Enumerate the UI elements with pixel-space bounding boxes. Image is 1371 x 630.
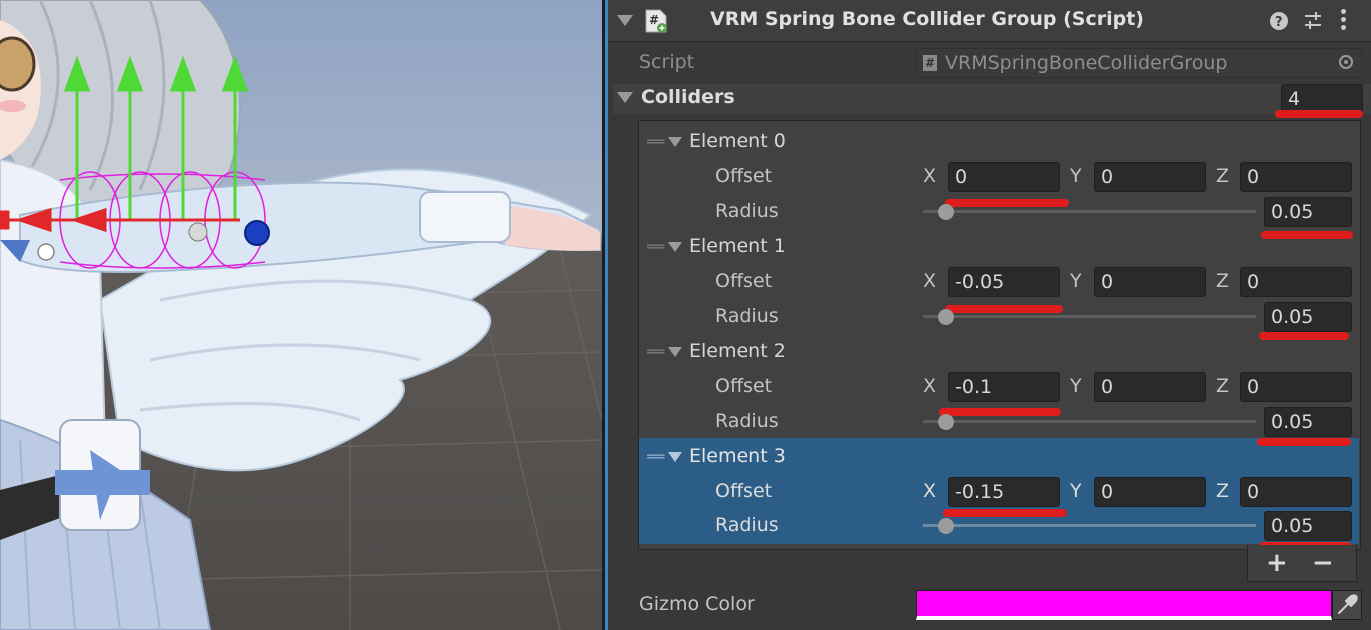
element-1-y-label: Y: [1070, 270, 1082, 292]
element-1-radius-label: Radius: [715, 305, 779, 327]
element-0-radius-slider-track[interactable]: [923, 210, 1256, 213]
element-2-y-label: Y: [1070, 375, 1082, 397]
component-header[interactable]: # VRM Spring Bone Collider Group (Script…: [605, 0, 1371, 42]
annotation-underline: [1259, 332, 1349, 340]
element-2-fold-arrow-icon[interactable]: [668, 347, 682, 357]
drag-handle-icon[interactable]: ══: [647, 132, 664, 151]
element-0-offset-label: Offset: [715, 165, 773, 187]
script-label: Script: [639, 51, 695, 73]
element-0-offset-x[interactable]: 0: [948, 162, 1060, 192]
colliders-label: Colliders: [641, 86, 735, 108]
element-1-label[interactable]: Element 1: [689, 235, 786, 257]
element-0-fold-arrow-icon[interactable]: [668, 137, 682, 147]
gizmo-color-label: Gizmo Color: [639, 593, 755, 615]
element-2-x-label: X: [923, 375, 937, 397]
element-0-z-label: Z: [1216, 165, 1230, 187]
list-footer: + −: [1247, 545, 1357, 582]
element-2-radius-slider-knob[interactable]: [938, 414, 954, 430]
inspector-panel: # VRM Spring Bone Collider Group (Script…: [605, 0, 1371, 630]
element-3-radius-slider-knob[interactable]: [938, 518, 954, 534]
eyedropper-icon: [1338, 594, 1358, 614]
element-3-offset-z[interactable]: 0: [1240, 477, 1352, 507]
kebab-menu-icon[interactable]: [1341, 9, 1347, 30]
element-2-offset-x[interactable]: -0.1: [948, 372, 1060, 402]
annotation-underline: [943, 509, 1067, 517]
element-1-offset-x[interactable]: -0.05: [948, 267, 1060, 297]
element-2-offset-z[interactable]: 0: [1240, 372, 1352, 402]
annotation-underline: [939, 408, 1061, 416]
svg-text:#: #: [649, 13, 659, 27]
scene-viewport[interactable]: [0, 0, 602, 630]
element-3-x-label: X: [923, 480, 937, 502]
element-0-offset-z[interactable]: 0: [1240, 162, 1352, 192]
element-2-offset-y[interactable]: 0: [1094, 372, 1206, 402]
element-0-radius-slider-knob[interactable]: [938, 204, 954, 220]
element-1-radius-field[interactable]: 0.05: [1264, 302, 1352, 332]
element-3-z-label: Z: [1216, 480, 1230, 502]
annotation-underline: [1261, 231, 1353, 239]
drag-handle-icon[interactable]: ══: [647, 447, 664, 466]
script-icon: #: [645, 9, 667, 33]
eye: [0, 36, 36, 92]
z-axis-handle: [244, 220, 270, 246]
annotation-underline: [1257, 438, 1351, 446]
element-0-offset-y[interactable]: 0: [1094, 162, 1206, 192]
annotation-underline: [945, 199, 1069, 207]
remove-element-button[interactable]: −: [1312, 545, 1334, 581]
object-picker-icon[interactable]: [1339, 55, 1353, 69]
add-element-button[interactable]: +: [1266, 545, 1288, 581]
element-2-radius-field[interactable]: 0.05: [1264, 407, 1352, 437]
element-1-offset-y[interactable]: 0: [1094, 267, 1206, 297]
element-2-radius-slider-track[interactable]: [923, 420, 1256, 423]
element-3-fold-arrow-icon[interactable]: [668, 452, 682, 462]
inspector-accent-bar: [605, 0, 608, 630]
element-0-y-label: Y: [1070, 165, 1082, 187]
element-2-offset-label: Offset: [715, 375, 773, 397]
fold-arrow-icon[interactable]: [617, 15, 633, 26]
element-3-radius-label: Radius: [715, 514, 779, 536]
element-3-radius-slider-track[interactable]: [923, 524, 1256, 527]
element-1-x-label: X: [923, 270, 937, 292]
annotation-underline: [945, 305, 1063, 313]
script-field[interactable]: VRMSpringBoneColliderGroup: [916, 48, 1362, 78]
element-3-offset-y[interactable]: 0: [1094, 477, 1206, 507]
script-file-icon: #: [923, 55, 937, 71]
help-icon[interactable]: ?: [1269, 11, 1289, 31]
element-3-y-label: Y: [1070, 480, 1082, 502]
element-1-z-label: Z: [1216, 270, 1230, 292]
element-1-offset-label: Offset: [715, 270, 773, 292]
element-2-radius-label: Radius: [715, 410, 779, 432]
eyedropper-button[interactable]: [1332, 590, 1362, 620]
scene-render: [0, 0, 602, 630]
element-1-radius-slider-knob[interactable]: [938, 309, 954, 325]
element-3-label[interactable]: Element 3: [689, 445, 786, 467]
presets-icon[interactable]: [1303, 11, 1323, 31]
element-3-radius-field[interactable]: 0.05: [1264, 511, 1352, 541]
element-3-offset-x[interactable]: -0.15: [948, 477, 1060, 507]
element-0-radius-field[interactable]: 0.05: [1264, 197, 1352, 227]
element-0-x-label: X: [923, 165, 937, 187]
drag-handle-icon[interactable]: ══: [647, 342, 664, 361]
colliders-fold-arrow-icon[interactable]: [617, 92, 633, 103]
element-0-label[interactable]: Element 0: [689, 130, 786, 152]
element-2-z-label: Z: [1216, 375, 1230, 397]
element-1-offset-z[interactable]: 0: [1240, 267, 1352, 297]
component-title: VRM Spring Bone Collider Group (Script): [710, 8, 1144, 30]
element-1-fold-arrow-icon[interactable]: [668, 242, 682, 252]
svg-text:?: ?: [1275, 15, 1283, 30]
drag-handle-icon[interactable]: ══: [647, 237, 664, 256]
element-3-offset-label: Offset: [715, 480, 773, 502]
element-1-radius-slider-track[interactable]: [923, 315, 1256, 318]
element-0-radius-label: Radius: [715, 200, 779, 222]
gizmo-color-field[interactable]: [916, 590, 1332, 620]
annotation-underline: [1275, 110, 1363, 118]
element-2-label[interactable]: Element 2: [689, 340, 786, 362]
script-value: VRMSpringBoneColliderGroup: [945, 52, 1228, 74]
